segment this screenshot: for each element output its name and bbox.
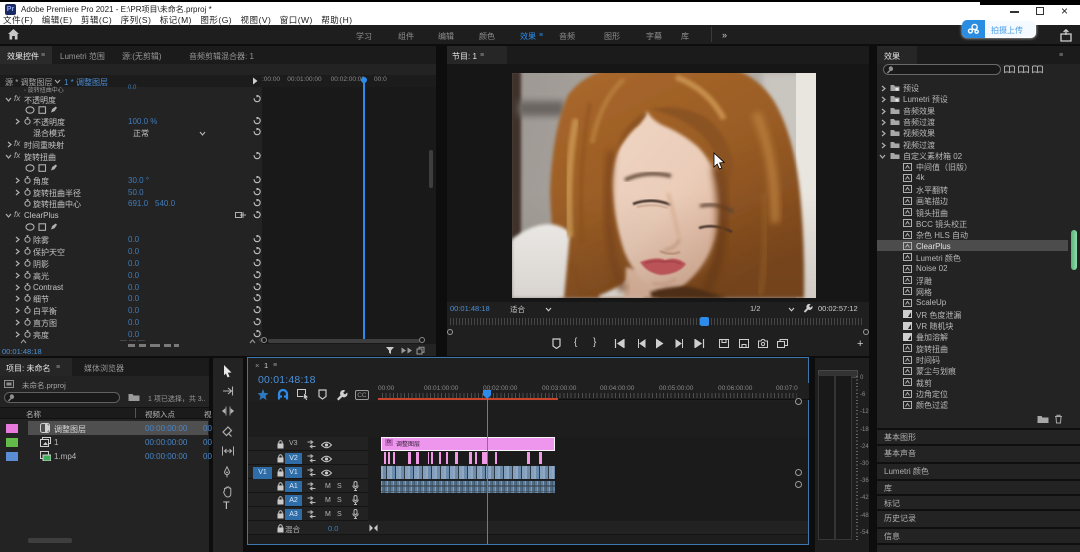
svg-text:CC: CC <box>357 392 367 399</box>
